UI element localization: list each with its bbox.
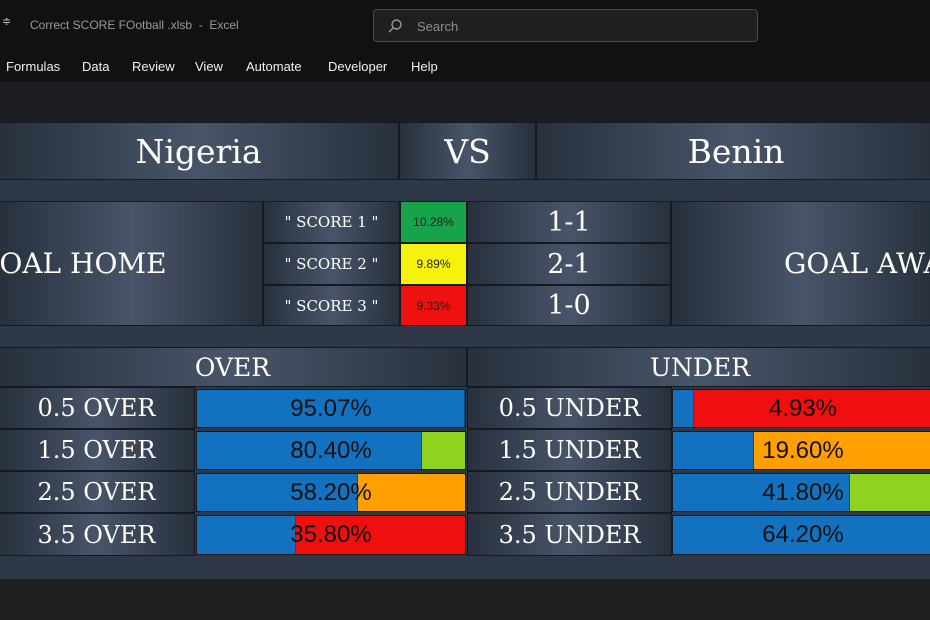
home-team-cell[interactable]: Nigeria [0,122,399,180]
over-header: OVER [194,352,271,382]
prediction-dashboard: Nigeria VS Benin GOAL HOME GOAL AWAY " S… [0,122,930,579]
score-1-percent[interactable]: 10.28% [400,201,467,243]
over-row-3-label: 2.5 OVER [37,478,156,506]
under-row-4-label-cell[interactable]: 3.5 UNDER [467,513,672,556]
over-row-3-label-cell[interactable]: 2.5 OVER [0,471,195,513]
under-row-1-label: 0.5 UNDER [498,394,641,422]
tab-review[interactable]: Review [132,59,175,74]
over-row-2-bar[interactable]: 80.40% [196,431,466,470]
score-1-result-cell[interactable]: 1-1 [467,201,671,243]
under-row-3-label-cell[interactable]: 2.5 UNDER [467,471,672,513]
score-3-label-cell[interactable]: " SCORE 3 " [263,285,400,326]
under-row-2-value: 19.60% [762,436,844,464]
goal-home-cell[interactable]: GOAL HOME [0,201,263,326]
goal-away-cell[interactable]: GOAL AWAY [671,201,930,326]
home-team-name: Nigeria [135,131,262,171]
ribbon-tabs: Formulas Data Review View Automate Devel… [0,50,930,82]
title-bar: ≑ Correct SCORE FOotball .xlsb - Excel S… [0,0,930,50]
tab-data[interactable]: Data [82,59,109,74]
under-row-2-label-cell[interactable]: 1.5 UNDER [467,429,672,471]
over-row-3-bar[interactable]: 58.20% [196,473,466,512]
over-row-1-label: 0.5 OVER [37,394,156,422]
over-row-3-value: 58.20% [290,478,372,506]
under-row-3-value: 41.80% [762,478,844,506]
search-box[interactable]: Search [373,9,758,42]
score-3-result: 1-0 [547,290,591,321]
tab-automate[interactable]: Automate [246,59,302,74]
over-row-4-label: 3.5 OVER [37,520,156,549]
quick-access-menu-icon[interactable]: ≑ [2,15,14,35]
over-row-1-bar[interactable]: 95.07% [196,389,466,428]
score-2-result-cell[interactable]: 2-1 [467,243,671,285]
worksheet-gap [0,82,930,122]
goal-home-label: GOAL HOME [0,247,167,280]
score-3-label: " SCORE 3 " [284,296,379,315]
under-row-2-bar[interactable]: 19.60% [672,431,930,470]
over-row-2-label-cell[interactable]: 1.5 OVER [0,429,195,471]
under-row-4-bar[interactable]: 64.20% [672,515,930,555]
score-1-result: 1-1 [547,206,591,238]
score-1-label-cell[interactable]: " SCORE 1 " [263,201,400,243]
vs-cell[interactable]: VS [399,122,536,180]
document-title: Correct SCORE FOotball .xlsb - Excel [30,18,239,32]
score-2-result: 2-1 [547,248,591,280]
under-row-4-label: 3.5 UNDER [498,520,641,549]
vs-label: VS [444,131,491,171]
under-row-1-label-cell[interactable]: 0.5 UNDER [467,387,672,429]
under-row-1-bar[interactable]: 4.93% [672,389,930,428]
score-2-label: " SCORE 2 " [284,255,379,273]
over-row-4-value: 35.80% [290,521,372,548]
away-team-cell[interactable]: Benin [536,122,930,180]
over-row-1-label-cell[interactable]: 0.5 OVER [0,387,195,429]
away-team-name: Benin [687,131,785,171]
score-2-label-cell[interactable]: " SCORE 2 " [263,243,400,285]
score-2-percent[interactable]: 9.89% [400,243,467,285]
over-row-4-bar[interactable]: 35.80% [196,515,466,555]
under-row-1-value: 4.93% [768,394,838,422]
over-row-4-label-cell[interactable]: 3.5 OVER [0,513,195,556]
status-area [0,579,930,620]
tab-formulas[interactable]: Formulas [6,59,60,74]
under-row-3-bar[interactable]: 41.80% [672,473,930,512]
under-header: UNDER [649,352,751,382]
under-row-4-value: 64.20% [762,521,844,548]
under-row-2-label: 1.5 UNDER [498,436,641,464]
under-row-3-label: 2.5 UNDER [498,478,641,506]
tab-help[interactable]: Help [411,59,438,74]
over-header-cell[interactable]: OVER [0,347,467,387]
search-placeholder: Search [417,19,459,34]
over-row-2-label: 1.5 OVER [37,436,156,464]
score-3-percent[interactable]: 9.33% [400,285,467,326]
tab-developer[interactable]: Developer [328,59,387,74]
score-3-result-cell[interactable]: 1-0 [467,285,671,326]
score-1-label: " SCORE 1 " [284,213,379,231]
tab-view[interactable]: View [195,59,223,74]
under-header-cell[interactable]: UNDER [467,347,930,387]
over-row-2-value: 80.40% [290,436,372,464]
goal-away-label: GOAL AWAY [784,247,930,280]
over-row-1-value: 95.07% [290,394,372,422]
search-icon [388,19,402,33]
